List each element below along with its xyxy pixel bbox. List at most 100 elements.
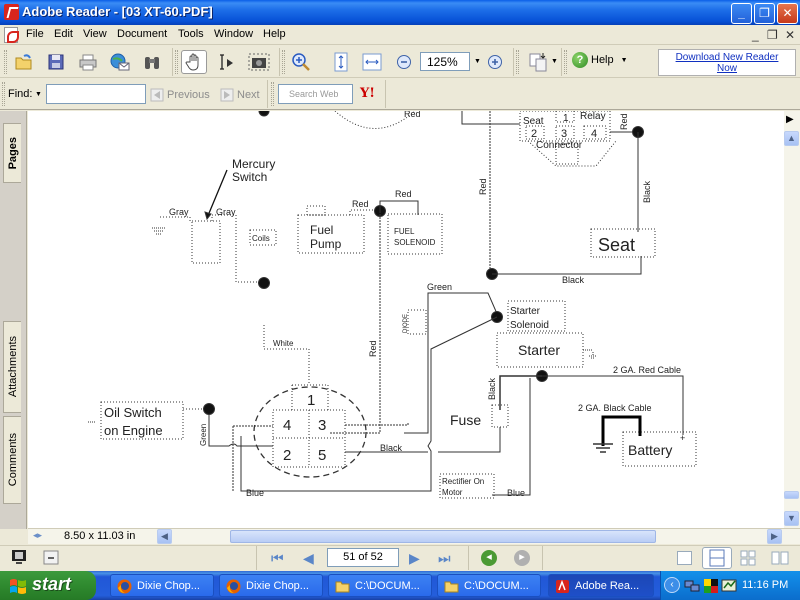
findbar-grip[interactable] — [2, 82, 5, 106]
taskbar-item-folder-2[interactable]: C:\DOCUM... — [437, 574, 541, 597]
taskbar-item-firefox-1[interactable]: Dixie Chop... — [110, 574, 214, 597]
zoom-level-dropdown[interactable]: ▼ — [474, 58, 481, 65]
fullscreen-icon[interactable] — [10, 549, 28, 568]
facing-layout-icon[interactable] — [771, 551, 789, 568]
taskbar-item-label: Adobe Rea... — [575, 580, 640, 592]
tab-attachments[interactable]: Attachments — [3, 321, 21, 413]
clock[interactable]: 11:16 PM — [742, 579, 788, 591]
doc-close-button[interactable]: ✕ — [785, 28, 795, 42]
tab-pages[interactable]: Pages — [3, 123, 21, 183]
title-bar: Adobe Reader - [03 XT-60.PDF] _ ❐ ✕ — [0, 0, 800, 25]
toolbar-grip[interactable] — [564, 50, 567, 74]
fit-width-icon[interactable] — [359, 50, 385, 74]
taskbar-item-label: C:\DOCUM... — [464, 580, 529, 592]
menu-view[interactable]: View — [83, 28, 107, 40]
oil-switch-label-2: on Engine — [104, 423, 163, 438]
page-number-input[interactable]: 51 of 52 — [327, 548, 399, 567]
doc-restore-button[interactable]: ❐ — [767, 28, 778, 42]
zoom-in-tool-icon[interactable] — [288, 50, 314, 74]
rotate-pages-icon[interactable] — [526, 50, 552, 74]
firefox-icon — [117, 579, 132, 594]
go-back-button[interactable]: ◂ — [481, 550, 497, 566]
save-icon[interactable] — [43, 50, 69, 74]
collapse-panel-icon[interactable] — [43, 550, 59, 568]
find-dropdown-icon[interactable]: ▼ — [35, 91, 42, 98]
tray-utility-icon[interactable] — [721, 578, 737, 593]
menu-tools[interactable]: Tools — [178, 28, 204, 40]
next-page-button[interactable]: ▶ — [409, 550, 420, 567]
zoom-out-icon[interactable] — [391, 50, 417, 74]
email-icon[interactable] — [107, 50, 133, 74]
navigation-panel: Pages Attachments Comments — [0, 111, 27, 529]
findbar-grip[interactable] — [271, 82, 274, 106]
fit-page-icon[interactable] — [328, 50, 354, 74]
mercury-switch-label-2: Switch — [232, 170, 267, 184]
find-label[interactable]: Find: — [8, 88, 32, 100]
first-page-button[interactable]: ⏮ — [271, 550, 284, 567]
menu-help[interactable]: Help — [263, 28, 286, 40]
continuous-layout-button[interactable] — [702, 547, 732, 569]
pin-label: 3 — [561, 128, 567, 140]
print-icon[interactable] — [75, 50, 101, 74]
document-page[interactable]: Mercury Switch Gray Gray Coils Fuel Pump… — [28, 111, 784, 528]
toolbar-grip[interactable] — [4, 50, 7, 74]
tray-app-icon[interactable] — [704, 579, 718, 593]
windows-logo-icon — [10, 579, 26, 594]
scroll-down-button[interactable]: ▼ — [784, 511, 799, 526]
menu-document[interactable]: Document — [117, 28, 167, 40]
network-icon[interactable] — [684, 578, 700, 593]
rectifier-label-1: Rectifier On — [442, 477, 484, 486]
select-text-icon[interactable] — [214, 50, 240, 74]
go-forward-button[interactable]: ▸ — [514, 550, 530, 566]
menu-bar: File Edit View Document Tools Window Hel… — [0, 25, 800, 45]
toolbar-grip[interactable] — [175, 50, 178, 74]
zoom-level-input[interactable]: 125% — [420, 52, 470, 71]
facing-continuous-layout-icon[interactable] — [740, 550, 756, 569]
search-binoculars-icon[interactable] — [139, 50, 165, 74]
help-button[interactable]: ? Help ▼ — [572, 52, 628, 68]
scroll-left-button[interactable]: ◀ — [157, 529, 172, 544]
open-icon[interactable] — [11, 50, 37, 74]
taskbar-item-firefox-2[interactable]: Dixie Chop... — [219, 574, 323, 597]
restore-button[interactable]: ❐ — [754, 3, 775, 24]
horizontal-scroll-thumb[interactable] — [230, 530, 656, 543]
yahoo-logo-icon[interactable]: Y! — [360, 86, 375, 101]
scroll-up-button[interactable]: ▲ — [784, 131, 799, 146]
search-web-input[interactable]: Search Web — [278, 84, 353, 104]
battery-plus-label: + — [680, 433, 685, 443]
minimize-button[interactable]: _ — [731, 3, 752, 24]
pin-label: 1 — [563, 113, 569, 124]
find-previous-button[interactable]: Previous — [150, 88, 210, 102]
toolbar-grip[interactable] — [516, 50, 519, 74]
toolbar-grip[interactable] — [282, 50, 285, 74]
hand-tool-icon[interactable] — [181, 50, 207, 74]
zoom-plus-icon[interactable] — [482, 50, 508, 74]
vertical-scrollbar[interactable]: ▶ ▲ ▼ — [784, 111, 800, 528]
snapshot-icon[interactable] — [246, 50, 272, 74]
tab-comments[interactable]: Comments — [3, 416, 21, 504]
taskbar-item-adobe-reader[interactable]: Adobe Rea... — [548, 574, 654, 597]
taskbar-item-folder-1[interactable]: C:\DOCUM... — [328, 574, 432, 597]
menu-edit[interactable]: Edit — [54, 28, 73, 40]
menu-file[interactable]: File — [26, 28, 44, 40]
download-link-line1[interactable]: Download New Reader — [676, 52, 779, 63]
menu-window[interactable]: Window — [214, 28, 253, 40]
split-handle-icon[interactable]: ◂▸ — [33, 530, 42, 541]
scroll-right-button[interactable]: ▶ — [767, 529, 782, 544]
find-next-button[interactable]: Next — [220, 88, 260, 102]
wire-label-gray: Gray — [216, 207, 236, 217]
previous-page-button[interactable]: ◀ — [303, 550, 314, 567]
last-page-button[interactable]: ⏭ — [438, 550, 451, 567]
single-page-layout-icon[interactable] — [677, 551, 692, 565]
expand-panel-arrow-icon[interactable]: ▶ — [786, 114, 794, 125]
doc-minimize-button[interactable]: _ — [752, 28, 759, 42]
vertical-scroll-thumb[interactable] — [784, 491, 799, 499]
rotate-dropdown[interactable]: ▼ — [551, 58, 558, 65]
close-button[interactable]: ✕ — [777, 3, 798, 24]
download-link-line2[interactable]: Now — [717, 63, 737, 74]
taskbar-item-label: C:\DOCUM... — [355, 580, 420, 592]
find-input[interactable] — [46, 84, 146, 104]
download-new-reader-banner[interactable]: Download New Reader Now — [658, 49, 796, 76]
pdf-document-icon[interactable] — [4, 27, 19, 43]
show-hidden-icons-button[interactable]: ‹ — [664, 577, 680, 593]
